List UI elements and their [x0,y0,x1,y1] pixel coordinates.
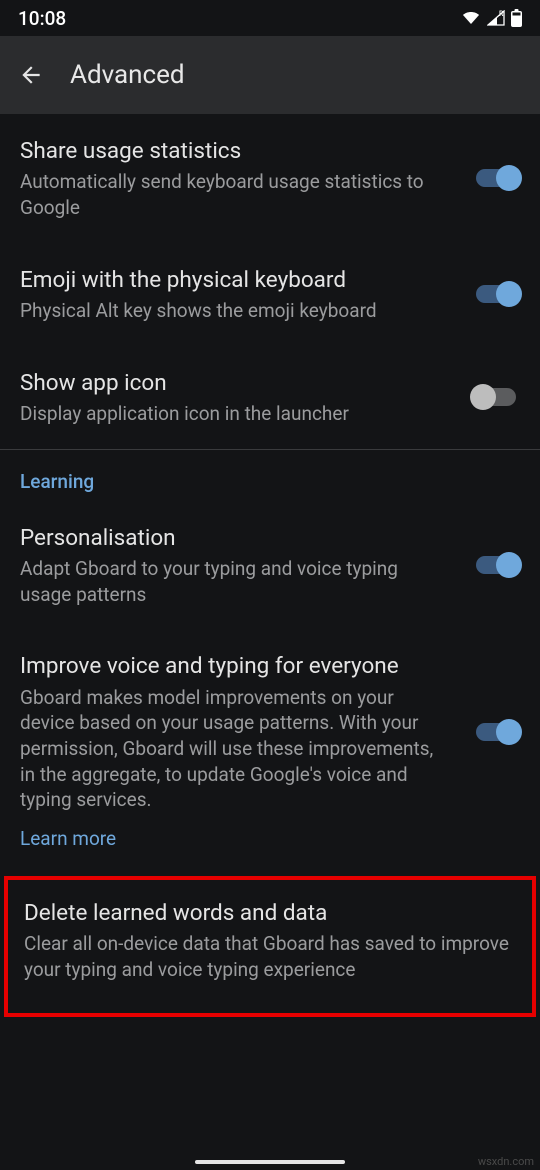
back-icon[interactable] [18,62,44,88]
setting-title: Delete learned words and data [24,898,516,928]
setting-show-app-icon[interactable]: Show app icon Display application icon i… [0,346,540,449]
status-bar: 10:08 R [0,0,540,36]
setting-personalisation[interactable]: Personalisation Adapt Gboard to your typ… [0,501,540,630]
status-icons: R [461,9,522,27]
toggle-show-app-icon[interactable] [472,383,520,411]
signal-icon: R [487,10,505,26]
toggle-improve-voice[interactable] [472,718,520,746]
toggle-personalisation[interactable] [472,551,520,579]
toggle-share-usage[interactable] [472,164,520,192]
setting-improve-voice[interactable]: Improve voice and typing for everyone Gb… [0,629,540,823]
status-time: 10:08 [18,7,66,30]
setting-title: Personalisation [20,523,452,553]
setting-emoji-physical[interactable]: Emoji with the physical keyboard Physica… [0,243,540,346]
page-title: Advanced [70,60,185,90]
setting-desc: Automatically send keyboard usage statis… [20,169,452,220]
content: Share usage statistics Automatically sen… [0,114,540,1017]
learn-more-link[interactable]: Learn more [0,823,540,870]
toggle-emoji-physical[interactable] [472,280,520,308]
setting-title: Share usage statistics [20,136,452,166]
setting-desc: Clear all on-device data that Gboard has… [24,931,516,982]
battery-icon [511,9,522,27]
setting-title: Show app icon [20,368,452,398]
setting-desc: Display application icon in the launcher [20,401,452,427]
setting-delete-learned[interactable]: Delete learned words and data Clear all … [4,876,536,1017]
setting-desc: Gboard makes model improvements on your … [20,685,452,813]
wifi-icon [461,10,481,26]
section-learning: Learning [0,450,540,501]
svg-text:R: R [499,10,504,18]
setting-title: Improve voice and typing for everyone [20,651,452,681]
setting-desc: Adapt Gboard to your typing and voice ty… [20,556,452,607]
app-bar: Advanced [0,36,540,114]
watermark: wsxdn.com [478,1155,534,1168]
navigation-handle[interactable] [195,1160,345,1164]
setting-title: Emoji with the physical keyboard [20,265,452,295]
setting-desc: Physical Alt key shows the emoji keyboar… [20,298,452,324]
setting-share-usage[interactable]: Share usage statistics Automatically sen… [0,114,540,243]
